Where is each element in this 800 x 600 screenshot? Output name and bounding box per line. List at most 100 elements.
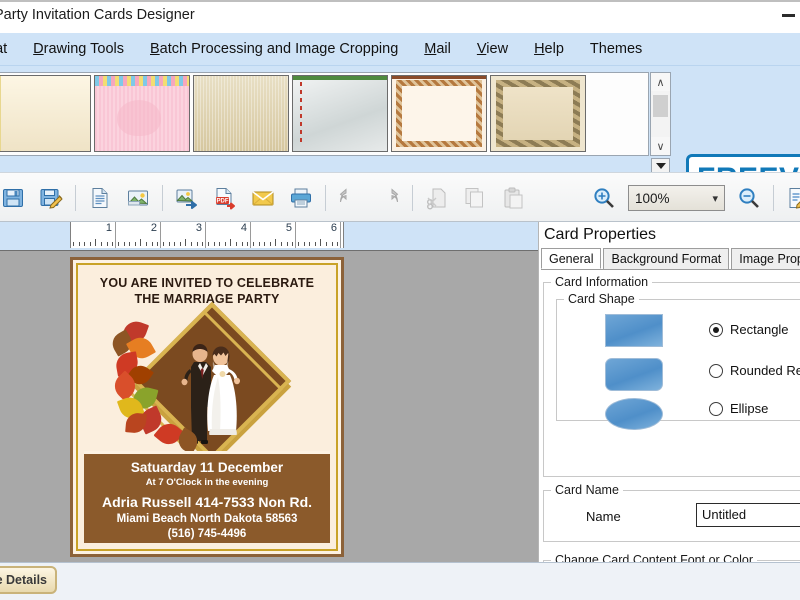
card-heading-line2: THE MARRIAGE PARTY (134, 292, 280, 306)
card-name-label: Card Name (551, 483, 623, 497)
copy-icon[interactable] (456, 180, 494, 216)
zoom-out-icon[interactable] (730, 180, 768, 216)
toolbar-separator (773, 185, 774, 211)
redo-icon[interactable] (369, 180, 407, 216)
card-properties-panel: Card Properties General Background Format… (538, 222, 800, 600)
insert-image-icon[interactable] (119, 180, 157, 216)
tab-background-format[interactable]: Background Format (603, 248, 730, 269)
card-phone-line: (516) 745-4496 (167, 528, 247, 540)
template-gallery: ∧ ∨ FREEV (0, 66, 800, 204)
shape-preview-ellipse[interactable] (605, 398, 663, 430)
radio-ellipse-label: Ellipse (730, 401, 769, 416)
card-shape-label: Card Shape (564, 292, 639, 306)
gallery-scrollbar[interactable]: ∧ ∨ (650, 72, 671, 156)
undo-icon[interactable] (331, 180, 369, 216)
status-bar (0, 562, 800, 600)
cut-icon[interactable] (418, 180, 456, 216)
minimize-button[interactable] (782, 14, 795, 17)
template-thumbnail-gold-frame[interactable] (490, 75, 586, 152)
card-shape-group: Card Shape Rectangle Rounded Rect Ellips… (556, 292, 800, 430)
zoom-in-icon[interactable] (585, 180, 623, 216)
svg-text:PDF: PDF (217, 199, 229, 205)
menu-themes[interactable]: Themes (577, 33, 655, 66)
ruler-segment: 1 (71, 222, 116, 248)
card-information-label: Card Information (551, 275, 653, 289)
template-thumbnail-floral-border[interactable] (391, 75, 487, 152)
panel-title: Card Properties (544, 226, 657, 243)
zoom-controls: 100% ▾ (585, 180, 800, 216)
card-details-band: Satuarday 11 December At 7 O'Clock in th… (84, 451, 330, 543)
ruler-segment: 4 (206, 222, 251, 248)
menu-bar: matDrawing ToolsBatch Processing and Ima… (0, 33, 800, 66)
radio-rectangle[interactable]: Rectangle (709, 322, 789, 337)
ruler-segment: 2 (116, 222, 161, 248)
new-document-icon[interactable] (81, 180, 119, 216)
properties-tabstrip: GeneralBackground FormatImage Prope (541, 248, 800, 270)
card-information-group: Card Information Card Shape Rectangle Ro… (543, 275, 800, 477)
window-title: Party Invitation Cards Designer (0, 7, 195, 23)
menu-help[interactable]: Help (521, 33, 577, 66)
zoom-level-combobox[interactable]: 100% ▾ (628, 185, 725, 211)
print-icon[interactable] (282, 180, 320, 216)
invitation-card[interactable]: YOU ARE INVITED TO CELEBRATE THE MARRIAG… (70, 257, 344, 557)
radio-rectangle-indicator[interactable] (709, 322, 723, 337)
template-thumbnail-cream-edge[interactable] (0, 75, 91, 152)
shape-preview-rounded-rectangle[interactable] (605, 358, 663, 391)
menu-view[interactable]: View (464, 33, 521, 66)
radio-ellipse[interactable]: Ellipse (709, 401, 768, 416)
ruler-segment: 6 (296, 222, 341, 248)
title-bar-top-edge (0, 0, 800, 2)
shape-preview-rectangle[interactable] (605, 314, 663, 347)
paste-icon[interactable] (494, 180, 532, 216)
card-address-line1: Adria Russell 414-7533 Non Rd. (101, 494, 313, 510)
card-settings-icon[interactable] (779, 180, 800, 216)
design-canvas[interactable]: YOU ARE INVITED TO CELEBRATE THE MARRIAG… (0, 250, 538, 562)
title-bar: Party Invitation Cards Designer (0, 0, 800, 33)
card-date-line: Satuarday 11 December (130, 460, 284, 475)
export-pdf-icon[interactable]: PDF (206, 180, 244, 216)
save-edit-icon[interactable] (32, 180, 70, 216)
ruler-ticks (206, 238, 250, 246)
toolbar-separator (325, 185, 326, 211)
card-heading: YOU ARE INVITED TO CELEBRATE THE MARRIAG… (78, 275, 336, 307)
gallery-scroll-down-icon[interactable]: ∨ (651, 137, 670, 155)
menu-drawing-tools[interactable]: Drawing Tools (20, 33, 137, 66)
ruler-tick-label: 6 (330, 222, 337, 234)
gallery-expand-button[interactable] (651, 158, 670, 173)
card-name-input[interactable]: Untitled (696, 503, 800, 527)
radio-rounded-rectangle-indicator[interactable] (709, 363, 723, 378)
main-toolbar: PDF 100% ▾ (0, 172, 800, 222)
ruler-band: 1 2 3 4 5 6 (0, 222, 538, 250)
tab-image-properties[interactable]: Image Prope (731, 248, 800, 269)
save-icon[interactable] (0, 180, 32, 216)
gallery-scroll-thumb[interactable] (653, 95, 668, 117)
radio-rounded-rectangle[interactable]: Rounded Rect (709, 363, 800, 378)
details-button[interactable]: e Details (0, 566, 57, 594)
menu-mail[interactable]: Mail (411, 33, 464, 66)
email-icon[interactable] (244, 180, 282, 216)
card-heading-line1: YOU ARE INVITED TO CELEBRATE (99, 276, 315, 290)
template-thumbnail-beige-linen[interactable] (193, 75, 289, 152)
ruler-ticks (296, 238, 340, 246)
menu-batch-processing[interactable]: Batch Processing and Image Cropping (137, 33, 411, 66)
ruler-tick-label: 2 (150, 222, 157, 234)
ruler-tick-label: 4 (240, 222, 247, 234)
tab-general[interactable]: General (541, 248, 602, 269)
export-image-icon[interactable] (168, 180, 206, 216)
wedding-couple-autumn-leaves-artwork (100, 301, 300, 469)
application-window: Party Invitation Cards Designer matDrawi… (0, 0, 800, 600)
menu-format[interactable]: mat (0, 33, 20, 66)
ruler-ticks (116, 238, 160, 246)
template-thumbnail-pink-bunting[interactable] (94, 75, 190, 152)
toolbar-separator (75, 185, 76, 211)
ruler-segment: 5 (251, 222, 296, 248)
toolbar-separator (412, 185, 413, 211)
card-name-group: Card Name Name Untitled (543, 483, 800, 542)
chevron-down-icon[interactable]: ▾ (712, 192, 718, 205)
radio-rounded-rectangle-label: Rounded Rect (730, 363, 800, 378)
card-address-line2: Miami Beach North Dakota 58563 (116, 513, 298, 525)
radio-rectangle-label: Rectangle (730, 322, 789, 337)
radio-ellipse-indicator[interactable] (709, 401, 723, 416)
gallery-scroll-up-icon[interactable]: ∧ (651, 73, 670, 91)
template-thumbnail-silver-green[interactable] (292, 75, 388, 152)
